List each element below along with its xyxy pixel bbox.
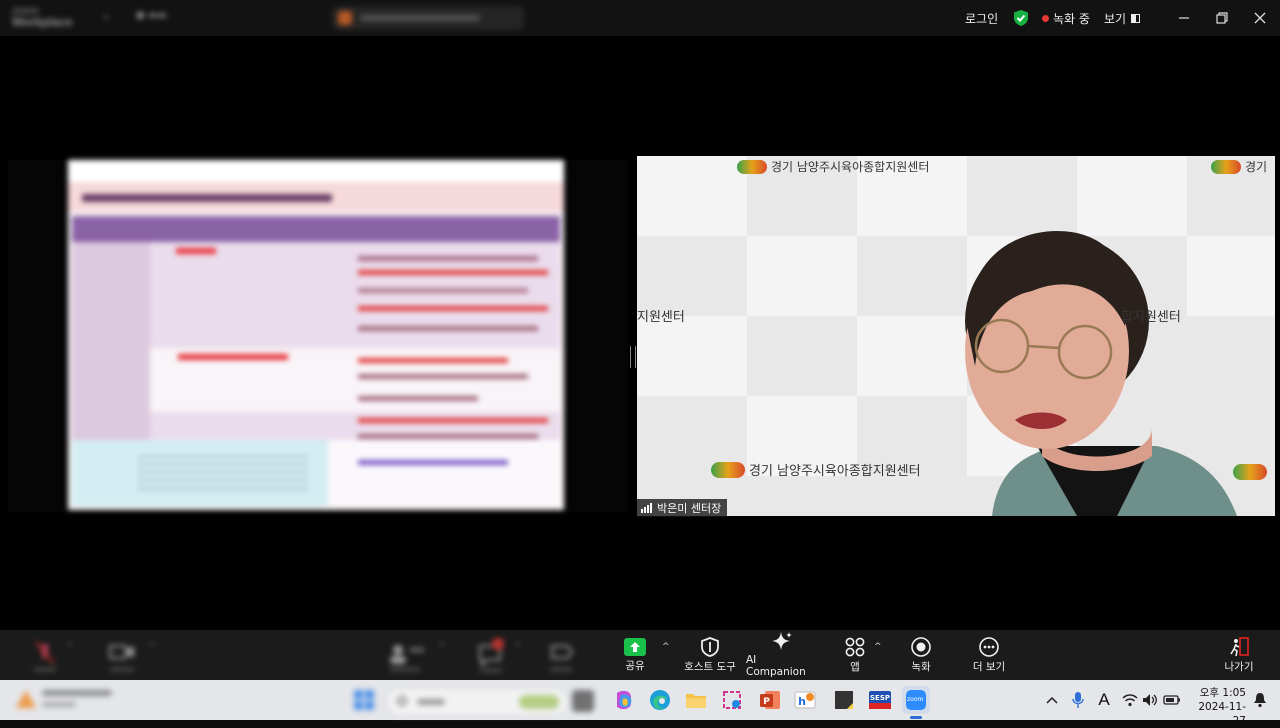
tray-overflow-chevron-icon[interactable] [1038,686,1066,714]
banner-text-top: 경기 남양주시육아종합지원센터 [737,158,929,175]
center-logo-icon [1211,159,1241,174]
record-button[interactable]: 녹화 [906,630,936,680]
title-search-input[interactable] [332,6,524,30]
share-options-caret-icon[interactable]: ^ [662,642,670,652]
video-options-caret-icon[interactable]: ^ [148,642,156,652]
participants-caret-icon[interactable]: ^ [438,642,446,652]
ai-companion-label: AI Companion [746,654,806,678]
share-button[interactable]: 공유 [614,630,656,680]
sticky-notes-icon[interactable] [830,686,858,714]
zoom-app-icon[interactable]: zoom [902,686,930,714]
center-logo-icon [711,461,745,478]
edge-browser-icon[interactable] [646,686,674,714]
zoom-workplace-logo: zoom Workplace [12,5,73,29]
view-label: 보기 [1104,11,1127,26]
leave-label: 나가기 [1224,660,1254,673]
center-logo-icon [737,159,767,174]
microphone-tray-icon[interactable] [1064,686,1092,714]
battery-icon[interactable] [1158,686,1186,714]
participant-name-tag: 박은미 센터장 [637,499,728,517]
split-view-divider[interactable] [630,346,636,368]
login-button[interactable]: 로그인 [965,0,998,36]
svg-text:h: h [798,695,806,708]
hancom-word-icon[interactable]: h [792,686,820,714]
shared-slide-blurred [68,160,564,510]
meeting-toolbar: ^ ^ ^ ^ 공유 호스트 도구 AI Companion 앱 녹화 더 보기… [0,630,1280,680]
powerpoint-icon[interactable]: P [756,686,784,714]
react-button[interactable] [546,638,576,672]
copilot-app-icon[interactable] [610,686,638,714]
file-explorer-icon[interactable] [682,686,710,714]
notification-bell-icon[interactable] [1246,686,1274,714]
signal-strength-icon [641,503,652,513]
security-status[interactable]: ● ▬▬ [136,10,186,26]
taskbar-search-box[interactable] [386,688,568,716]
participants-button[interactable] [384,638,434,672]
participant-video[interactable]: 경기 남양주시육아종합지원센터 경기 지원센터 합지원센터 경기 남양주시육아종… [637,156,1275,516]
clock-date: 2024-11-27 [1198,701,1246,727]
share-label: 공유 [625,659,645,672]
sparkle-icon [772,632,792,650]
shield-icon [701,636,719,657]
taskbar-app-blurred[interactable] [572,690,594,712]
apps-icon [845,637,865,656]
banner-text-left: 지원센터 [637,310,685,325]
apps-label: 앱 [850,660,860,673]
more-label: 더 보기 [972,660,1006,673]
view-layout-icon [1131,13,1141,23]
weather-widget[interactable] [14,686,124,714]
clock[interactable]: 오후 1:05 2024-11-27 [1188,686,1246,727]
host-tools-button[interactable]: 호스트 도구 [680,630,740,680]
banner-text-right: 합지원센터 [1121,310,1181,325]
svg-text:P: P [763,697,770,707]
ai-companion-button[interactable]: AI Companion [746,630,818,680]
close-button[interactable] [1240,0,1280,36]
zoom-label: zoom [907,696,924,703]
more-icon [979,636,999,657]
apps-button[interactable]: 앱 [840,630,870,680]
clock-time: 오후 1:05 [1199,687,1246,699]
apps-options-caret-icon[interactable]: ^ [874,642,882,652]
record-icon [911,636,931,657]
record-label: 녹화 [911,660,931,673]
minimize-button[interactable] [1164,0,1204,36]
encryption-shield-icon[interactable] [1013,0,1029,36]
banner-logo-bottomright [1233,464,1267,480]
chat-caret-icon[interactable]: ^ [514,642,522,652]
leave-button[interactable]: 나가기 [1222,630,1256,680]
recording-indicator[interactable]: 녹화 중 [1042,0,1090,36]
title-bar: zoom Workplace ▾ ● ▬▬ 로그인 녹화 중 보기 [0,0,1280,36]
recording-dot-icon [1042,14,1049,22]
snipping-tool-icon[interactable] [718,686,746,714]
banner-text-topright: 경기 [1211,158,1267,175]
title-dropdown-icon[interactable]: ▾ [104,13,108,22]
leave-door-icon [1230,636,1249,656]
host-tools-label: 호스트 도구 [684,660,736,673]
sesp-label: SESP [870,694,890,702]
view-button[interactable]: 보기 [1104,0,1141,36]
mute-options-caret-icon[interactable]: ^ [66,642,74,652]
restore-button[interactable] [1202,0,1242,36]
start-button[interactable] [350,686,378,714]
mute-button[interactable] [28,638,62,672]
video-button[interactable] [104,638,140,672]
chat-button[interactable] [474,636,508,672]
more-button[interactable]: 더 보기 [972,630,1006,680]
zoom-active-indicator [910,716,922,719]
recording-label: 녹화 중 [1053,11,1090,26]
participant-name: 박은미 센터장 [657,502,722,515]
sesp-app-icon[interactable]: SESP [866,686,894,714]
share-screen-icon [624,637,646,656]
ime-indicator[interactable]: A [1090,686,1118,714]
banner-text-bottom: 경기 남양주시육아종합지원센터 [711,460,921,479]
